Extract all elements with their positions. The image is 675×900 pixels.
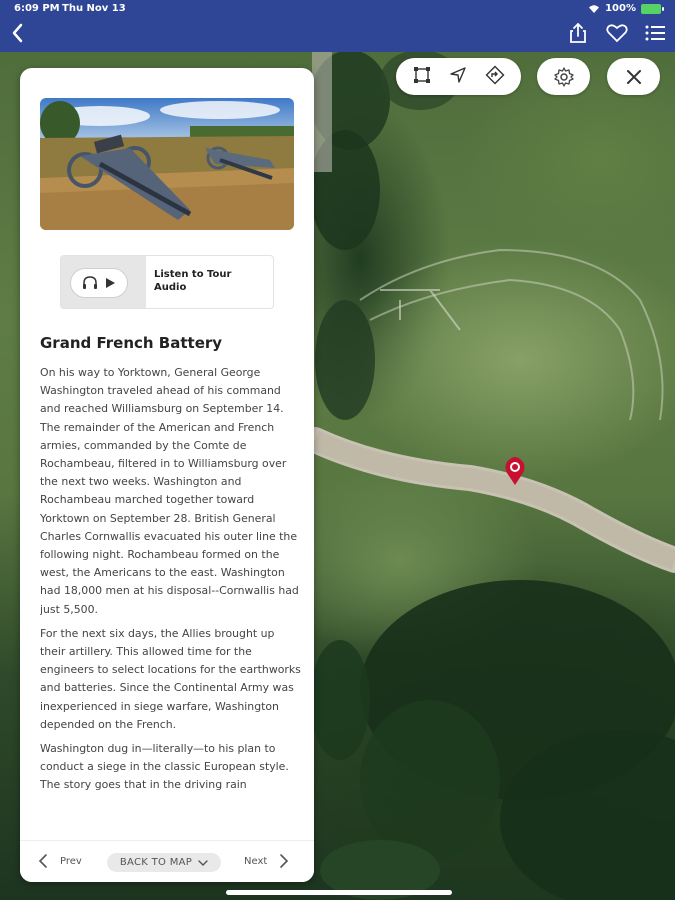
back-to-map-button[interactable]: BACK TO MAP: [107, 853, 221, 872]
location-description[interactable]: On his way to Yorktown, General George W…: [40, 364, 302, 838]
location-info-card: Listen to Tour Audio Grand French Batter…: [20, 68, 314, 882]
headphones-icon: [83, 276, 97, 289]
battery-icon: [641, 3, 664, 14]
chevron-right-icon: [280, 854, 289, 868]
chevron-down-icon: [198, 859, 208, 866]
prev-label: Prev: [60, 855, 82, 867]
location-title: Grand French Battery: [40, 334, 223, 352]
battery-percent: 100%: [605, 3, 636, 14]
list-icon: [645, 25, 665, 41]
status-date: Thu Nov 13: [62, 3, 126, 14]
crop-icon: [414, 66, 431, 83]
listen-audio-button[interactable]: Listen to Tour Audio: [60, 255, 274, 309]
prev-button[interactable]: Prev: [38, 853, 82, 869]
home-indicator: [226, 890, 452, 895]
locate-button[interactable]: [448, 65, 468, 89]
audio-play-pill[interactable]: [70, 268, 128, 298]
directions-button[interactable]: [485, 65, 505, 89]
settings-button[interactable]: [537, 58, 590, 95]
status-time: 6:09 PM: [14, 3, 60, 14]
next-button[interactable]: Next: [244, 853, 289, 869]
chevron-left-icon: [12, 23, 23, 43]
back-to-map-label: BACK TO MAP: [119, 857, 193, 868]
top-navigation-bar: 6:09 PM Thu Nov 13 100%: [0, 0, 675, 52]
status-right: 100%: [588, 3, 664, 14]
chevron-left-icon: [38, 854, 47, 868]
map-pin-icon: [505, 457, 525, 485]
location-arrow-icon: [450, 66, 467, 83]
gear-icon: [553, 66, 574, 87]
close-map-button[interactable]: [607, 58, 660, 95]
next-label: Next: [244, 855, 268, 867]
back-button[interactable]: [6, 20, 30, 46]
wifi-icon: [589, 4, 600, 13]
crop-tool-button[interactable]: [412, 65, 432, 89]
list-button[interactable]: [643, 20, 669, 46]
card-footer: Prev BACK TO MAP Next: [20, 840, 314, 882]
location-photo: [40, 98, 294, 230]
audio-control-area: [61, 256, 146, 308]
description-paragraph: Washington dug in—literally—to his plan …: [40, 742, 289, 792]
description-paragraph: On his way to Yorktown, General George W…: [40, 366, 299, 616]
audio-label: Listen to Tour Audio: [154, 269, 232, 293]
share-icon: [570, 22, 586, 43]
directions-icon: [485, 65, 505, 84]
favorite-button[interactable]: [604, 20, 630, 46]
map-pin-marker[interactable]: [503, 456, 527, 486]
close-icon: [626, 69, 641, 84]
description-paragraph: For the next six days, the Allies brough…: [40, 626, 301, 731]
play-icon: [106, 278, 115, 288]
heart-icon: [606, 24, 628, 43]
map-tools-group: [396, 58, 521, 95]
share-button[interactable]: [565, 20, 591, 46]
